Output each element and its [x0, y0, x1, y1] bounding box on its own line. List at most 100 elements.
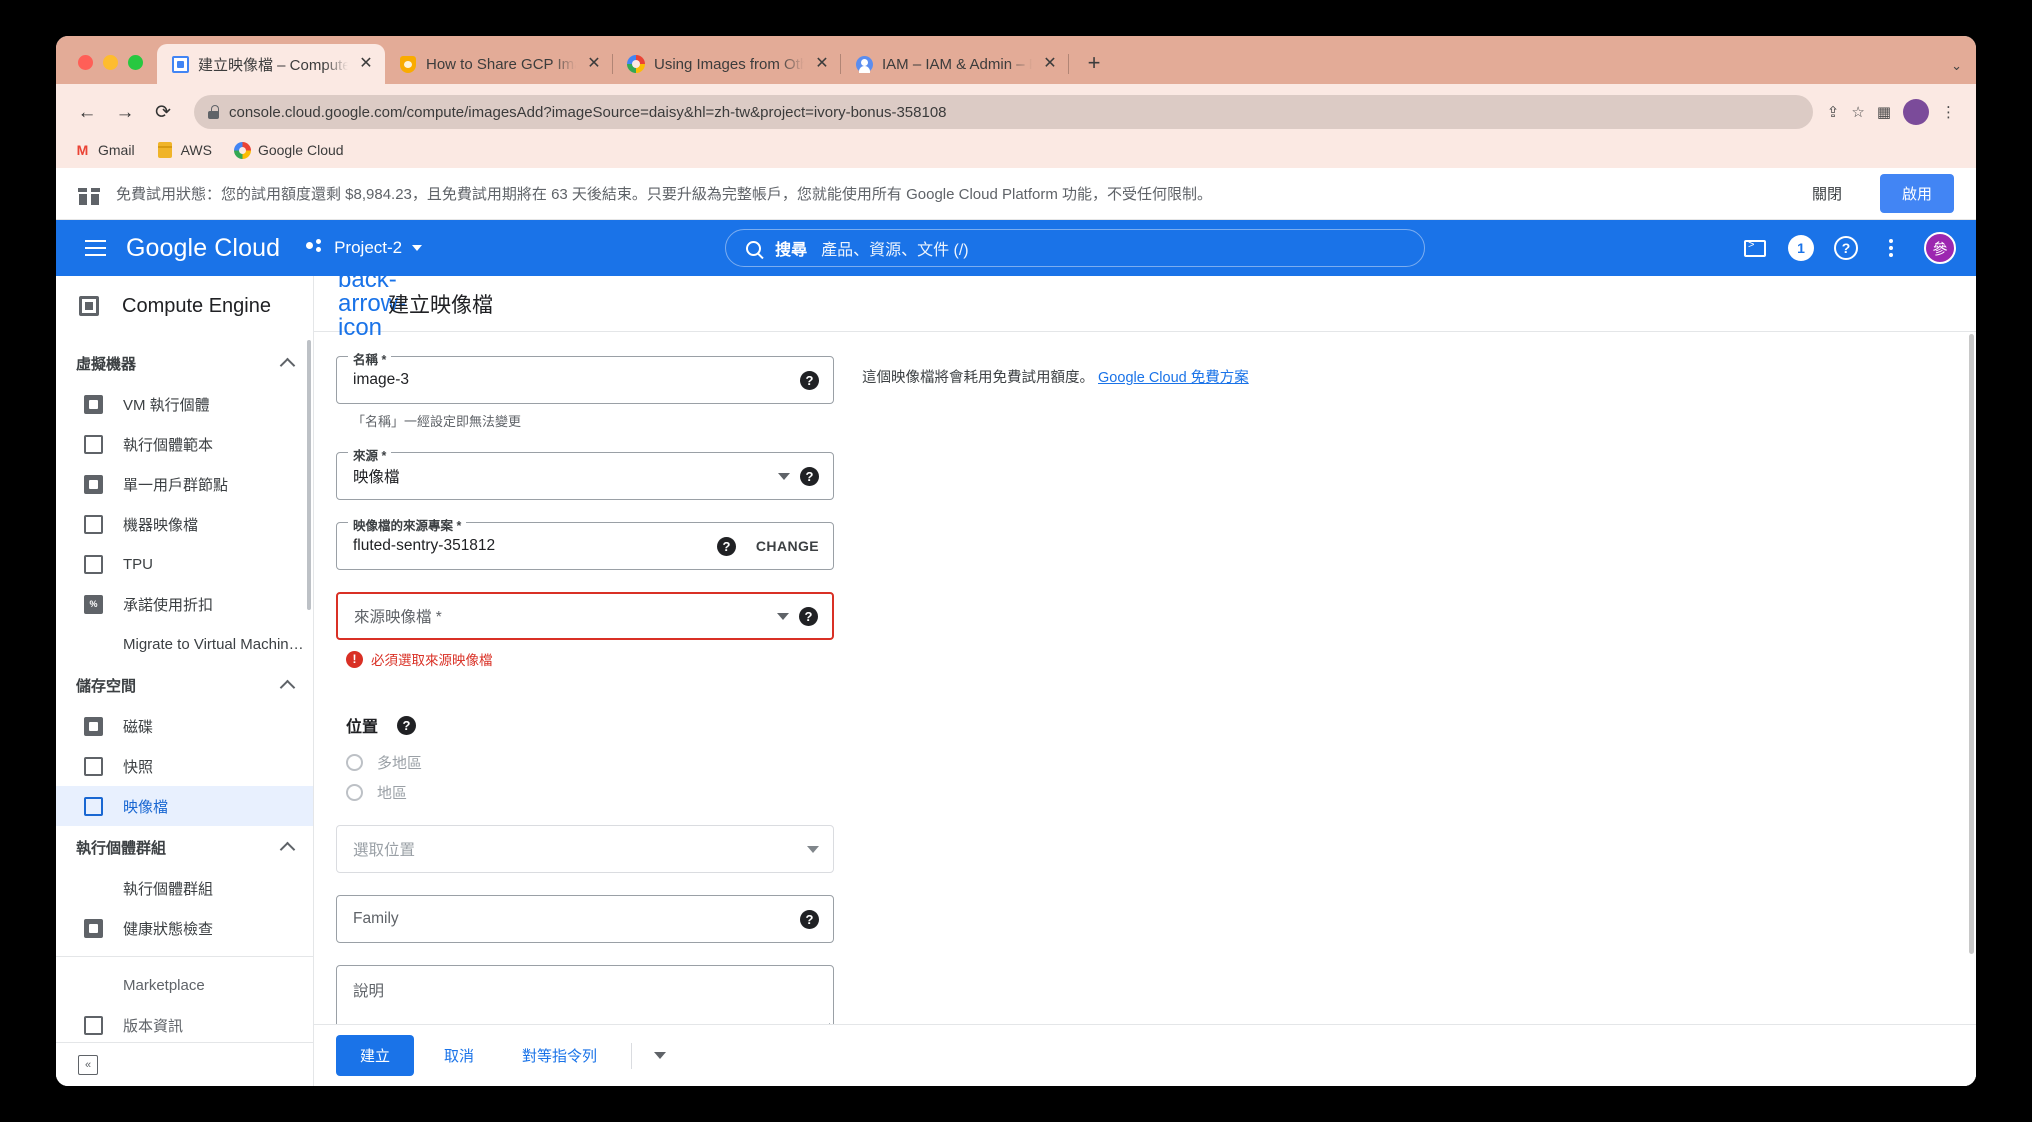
minimize-window-button[interactable] [103, 55, 118, 70]
google-cloud-logo[interactable]: Google Cloud [126, 234, 280, 263]
back-arrow-icon[interactable]: back-arrow-icon [338, 267, 406, 340]
sidebar-group-instance-groups[interactable]: 執行個體群組 [56, 826, 313, 868]
resize-handle[interactable] [820, 1023, 830, 1024]
search-icon [746, 240, 762, 256]
name-field[interactable]: 名稱 * image-3 ? [336, 349, 834, 404]
equivalent-command-line-button[interactable]: 對等指令列 [504, 1035, 615, 1076]
search-input[interactable]: 搜尋 產品、資源、文件 (/) [725, 229, 1426, 267]
share-icon[interactable]: ⇪ [1827, 103, 1840, 121]
source-project-field[interactable]: 映像檔的來源專案 * fluted-sentry-351812 ? CHANGE [336, 515, 834, 570]
location-option-region[interactable]: 地區 [336, 777, 834, 807]
help-icon[interactable]: ? [799, 606, 818, 626]
console-sidebar: Compute Engine 虛擬機器 VM 執行個體 執行個體範本 單一用戶群… [56, 276, 314, 1086]
omnibox-actions: ⇪ ☆ ▦ ⋮ [1827, 99, 1958, 125]
bookmark-gmail[interactable]: M Gmail [74, 142, 135, 159]
sidebar-group-vms[interactable]: 虛擬機器 [56, 342, 313, 384]
cloud-shell-icon[interactable] [1742, 235, 1768, 261]
source-project-field-value: fluted-sentry-351812 [353, 537, 496, 554]
source-field[interactable]: 來源 * 映像檔 ? [336, 445, 834, 500]
browser-tab-3[interactable]: Using Images from Other Proje ✕ [613, 44, 841, 84]
sidebar-item-release-notes[interactable]: 版本資訊 [56, 1005, 313, 1042]
more-options-icon[interactable] [1878, 235, 1904, 261]
browser-menu-icon[interactable]: ⋮ [1941, 103, 1956, 121]
sidebar-item-images-label: 映像檔 [123, 798, 169, 816]
chevron-down-icon[interactable] [654, 1052, 667, 1059]
gift-icon [78, 182, 100, 205]
location-select-field[interactable]: 選取位置 [336, 825, 834, 873]
forward-button[interactable]: → [108, 95, 142, 129]
close-window-button[interactable] [78, 55, 93, 70]
description-field[interactable]: 說明 [336, 965, 834, 1024]
create-button[interactable]: 建立 [336, 1035, 415, 1076]
cancel-button[interactable]: 取消 [426, 1035, 492, 1076]
help-icon[interactable]: ? [716, 536, 736, 556]
sidebar-item-instance-templates-label: 執行個體範本 [123, 436, 214, 454]
bookmark-aws[interactable]: AWS [157, 142, 212, 159]
sidebar-item-health-checks[interactable]: 健康狀態檢查 [56, 908, 313, 948]
radio-icon[interactable] [346, 783, 363, 801]
browser-tab-4-close-icon[interactable]: ✕ [1041, 55, 1059, 73]
browser-profile-avatar[interactable] [1903, 99, 1929, 125]
bookmark-google-cloud[interactable]: Google Cloud [233, 141, 344, 159]
user-avatar[interactable]: 參 [1924, 232, 1956, 264]
notifications-badge[interactable]: 1 [1788, 235, 1814, 261]
sidebar-collapse-button[interactable]: « [56, 1042, 313, 1086]
source-project-field-legend: 映像檔的來源專案 * [348, 515, 467, 534]
back-button[interactable]: ← [70, 95, 104, 129]
new-tab-button[interactable]: + [1077, 46, 1111, 80]
sidebar-item-migrate-to-vms[interactable]: Migrate to Virtual Machin… [56, 624, 313, 664]
chevron-down-icon[interactable] [778, 472, 790, 480]
sidebar-item-sole-tenant-nodes[interactable]: 單一用戶群節點 [56, 464, 313, 504]
help-icon[interactable]: ? [800, 909, 819, 929]
source-image-field-placeholder: 來源映像檔 * [354, 609, 442, 626]
sidebar-group-storage[interactable]: 儲存空間 [56, 664, 313, 706]
extensions-icon[interactable]: ▦ [1877, 103, 1891, 121]
sidebar-item-tpu[interactable]: TPU [56, 544, 313, 584]
sidebar-item-instance-groups[interactable]: 執行個體群組 [56, 868, 313, 908]
address-bar-url: console.cloud.google.com/compute/imagesA… [229, 103, 947, 121]
browser-tabstrip: 建立映像檔 – Compute Engine – ✕ How to Share … [56, 36, 1976, 84]
sidebar-item-machine-images[interactable]: 機器映像檔 [56, 504, 313, 544]
aws-icon [157, 142, 174, 159]
dismiss-banner-button[interactable]: 關閉 [1798, 175, 1856, 212]
source-image-field[interactable]: 來源映像檔 * ? [336, 592, 834, 640]
sidebar-item-vm-instances[interactable]: VM 執行個體 [56, 384, 313, 424]
activate-trial-button[interactable]: 啟用 [1879, 174, 1954, 213]
sidebar-item-instance-templates[interactable]: 執行個體範本 [56, 424, 313, 464]
sidebar-scrollbar[interactable] [307, 340, 311, 610]
help-icon[interactable]: ? [1834, 236, 1858, 260]
tab-list-chevron-icon[interactable]: ⌄ [1951, 58, 1962, 74]
browser-tab-2-close-icon[interactable]: ✕ [585, 55, 603, 73]
project-selector[interactable]: Project-2 [306, 238, 423, 258]
chevron-down-icon[interactable] [777, 612, 789, 620]
sidebar-item-images[interactable]: 映像檔 [56, 786, 313, 826]
free-program-link[interactable]: Google Cloud 免費方案 [1098, 370, 1249, 386]
browser-tab-1-close-icon[interactable]: ✕ [357, 55, 375, 73]
reload-button[interactable]: ⟳ [146, 95, 180, 129]
bookmark-star-icon[interactable]: ☆ [1851, 103, 1864, 121]
help-icon[interactable]: ? [800, 370, 819, 390]
sidebar-item-committed-use-discounts[interactable]: % 承諾使用折扣 [56, 584, 313, 624]
family-field[interactable]: Family ? [336, 895, 834, 943]
hamburger-icon[interactable] [74, 227, 116, 269]
change-project-button[interactable]: CHANGE [756, 538, 819, 554]
sidebar-item-disks[interactable]: 磁碟 [56, 706, 313, 746]
main-scrollbar[interactable] [1969, 334, 1974, 954]
help-icon[interactable]: ? [800, 466, 819, 486]
browser-tab-4-title: IAM – IAM & Admin – Project-2 [882, 55, 1032, 73]
sidebar-item-snapshots[interactable]: 快照 [56, 746, 313, 786]
project-selector-label: Project-2 [334, 238, 403, 257]
maximize-window-button[interactable] [128, 55, 143, 70]
address-bar[interactable]: console.cloud.google.com/compute/imagesA… [194, 95, 1813, 129]
browser-tab-1-title: 建立映像檔 – Compute Engine – [198, 56, 348, 74]
browser-tab-4[interactable]: IAM – IAM & Admin – Project-2 ✕ [841, 44, 1069, 84]
location-option-multiregion[interactable]: 多地區 [336, 747, 834, 777]
sidebar-item-marketplace[interactable]: Marketplace [56, 965, 313, 1005]
browser-tab-3-close-icon[interactable]: ✕ [813, 55, 831, 73]
browser-tab-2[interactable]: How to Share GCP Images with ✕ [385, 44, 613, 84]
help-icon[interactable]: ? [397, 715, 417, 735]
chevron-down-icon[interactable] [807, 845, 819, 853]
browser-tab-1[interactable]: 建立映像檔 – Compute Engine – ✕ [157, 44, 385, 84]
iam-icon [855, 55, 873, 73]
radio-icon[interactable] [346, 753, 363, 771]
